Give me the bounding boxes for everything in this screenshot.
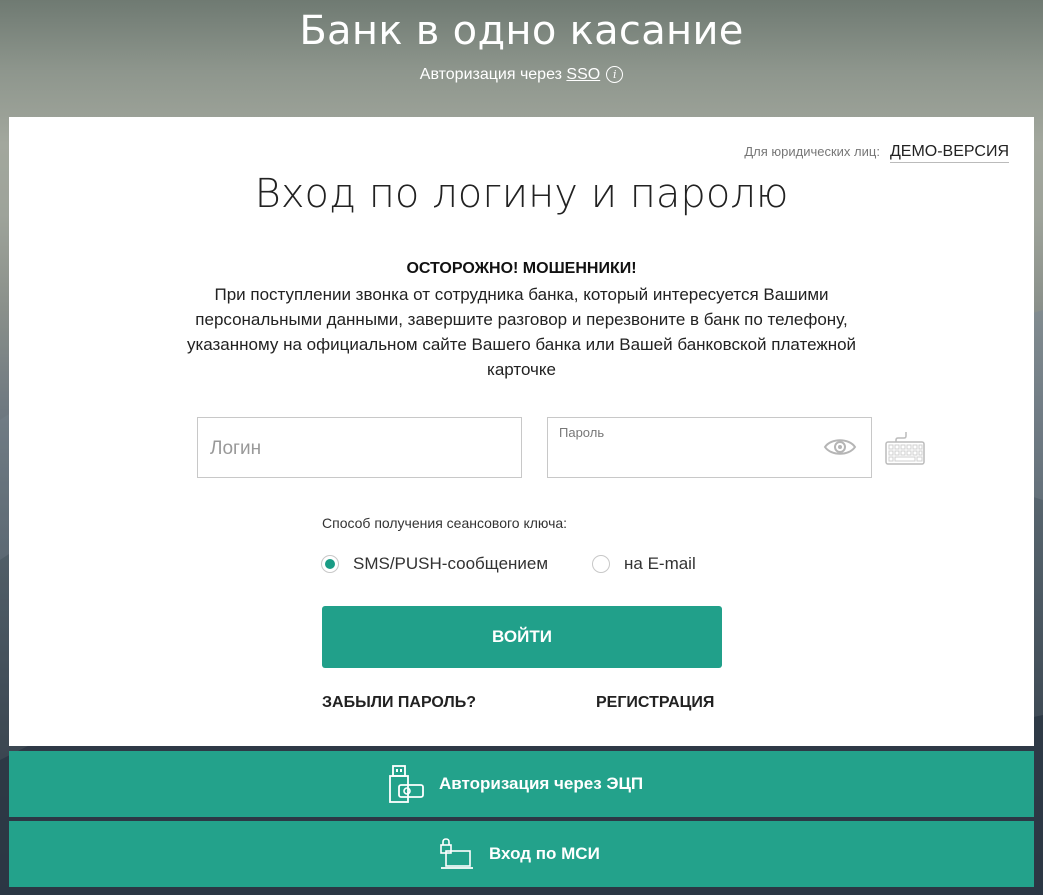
msi-login-button[interactable]: Вход по МСИ [9,821,1034,887]
password-input[interactable] [558,432,812,479]
msi-login-label: Вход по МСИ [489,844,600,863]
password-field[interactable]: Пароль [547,417,872,479]
registration-link[interactable]: РЕГИСТРАЦИЯ [596,694,714,712]
ecp-auth-content: Авторизация через ЭЦП [389,751,643,817]
fraud-warning-text: При поступлении звонка от сотрудника бан… [186,285,857,379]
ecp-auth-button[interactable]: Авторизация через ЭЦП [9,751,1034,817]
email-option[interactable]: на E-mail [592,553,696,575]
lock-laptop-icon [440,838,473,869]
info-icon[interactable]: i [606,66,624,83]
fraud-warning-title: ОСТОРОЖНО! МОШЕННИКИ! [406,260,637,277]
email-label: на E-mail [624,554,696,573]
legal-entities-label: Для юридических лиц: [744,144,880,159]
sms-push-option[interactable]: SMS/PUSH-сообщением [321,553,548,575]
usb-token-icon [389,765,424,803]
legal-entities-row: Для юридических лиц: ДЕМО-ВЕРСИЯ [744,143,1009,163]
page-title: Вход по логину и паролю [254,171,789,217]
ecp-auth-label: Авторизация через ЭЦП [439,774,644,793]
app-title: Банк в одно касание [299,8,744,54]
demo-version-link[interactable]: ДЕМО-ВЕРСИЯ [889,143,1009,163]
session-key-label: Способ получения сеансового ключа: [322,515,568,531]
eye-icon[interactable] [823,436,857,458]
email-radio[interactable] [592,555,610,573]
sso-subtitle: Авторизация через SSO i [0,66,1043,84]
forgot-password-link[interactable]: ЗАБЫЛИ ПАРОЛЬ? [322,694,476,712]
sms-push-radio[interactable] [321,555,339,573]
msi-login-content: Вход по МСИ [439,821,600,887]
login-field[interactable] [197,417,522,479]
sso-link[interactable]: SSO [566,66,600,83]
sms-push-label: SMS/PUSH-сообщением [353,554,549,573]
keyboard-icon[interactable] [884,430,926,466]
sso-subtitle-text: Авторизация через [419,66,567,83]
login-button[interactable]: ВОЙТИ [322,606,722,668]
login-card: Для юридических лиц: ДЕМО-ВЕРСИЯ Вход по … [9,117,1034,746]
login-input[interactable] [208,418,502,479]
